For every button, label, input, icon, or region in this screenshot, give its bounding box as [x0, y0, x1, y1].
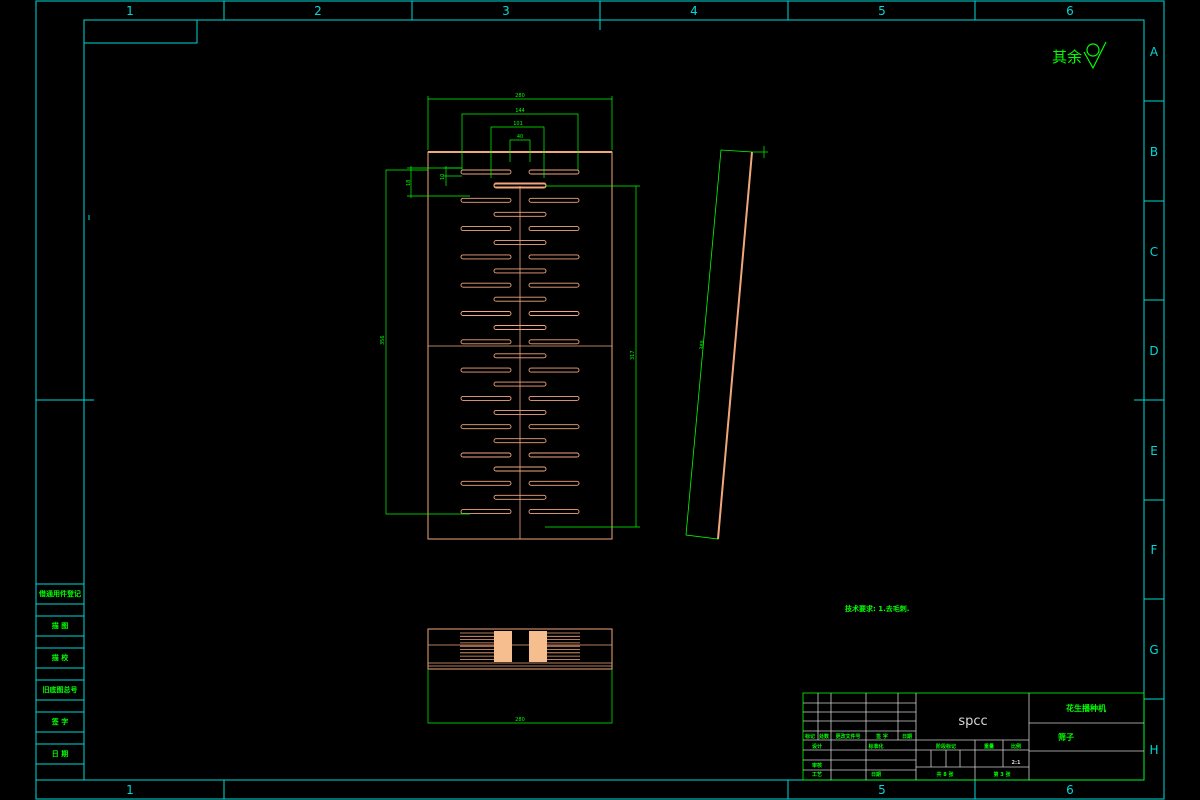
- col-label-1: 1: [126, 4, 134, 18]
- rev-header-count: 处数: [818, 733, 830, 740]
- col-label-2: 2: [314, 4, 322, 18]
- left-label-old-number: 旧底图总号: [43, 685, 78, 694]
- sheet-number: 第 3 张: [994, 771, 1012, 778]
- rev-header-sign: 签 字: [875, 733, 888, 740]
- sign-row-review: 审核: [812, 762, 822, 769]
- company-name: 花生播种机: [1066, 703, 1106, 713]
- dim-right-total: 317: [630, 350, 636, 360]
- rev-header-date: 日期: [902, 733, 912, 740]
- dim-slot-pitch: 18: [406, 180, 412, 186]
- row-label-e: E: [1150, 444, 1158, 458]
- sheets-total: 共 8 张: [937, 771, 955, 778]
- rev-header-doc: 更改文件号: [835, 733, 860, 740]
- sign-row-process: 工艺: [812, 771, 822, 778]
- standardize-label: 标准化: [867, 743, 883, 750]
- surface-finish-label: 其余: [1052, 48, 1082, 66]
- row-label-g: G: [1149, 643, 1158, 657]
- bottom-col-label-6: 6: [1066, 783, 1074, 797]
- left-label-signature: 签 字: [51, 717, 68, 726]
- part-name: 筛子: [1058, 732, 1074, 742]
- left-label-trace: 描 图: [52, 621, 68, 630]
- dim-side-length: 388: [699, 340, 706, 350]
- dim-top-outer: 280: [515, 93, 525, 99]
- stage-header: 阶段标记: [936, 743, 956, 750]
- row-label-c: C: [1150, 245, 1158, 259]
- rev-header-mark: 标记: [804, 733, 815, 740]
- dim-slot-height: 10: [440, 174, 446, 180]
- col-label-4: 4: [690, 4, 698, 18]
- row-label-d: D: [1149, 344, 1158, 358]
- left-label-check: 描 校: [52, 653, 69, 662]
- bottom-col-label-5: 5: [878, 783, 886, 797]
- sign-row-design: 设计: [812, 743, 822, 750]
- dim-bottom-width: 280: [515, 717, 525, 723]
- row-label-h: H: [1149, 743, 1158, 757]
- dim-left-total: 356: [380, 335, 386, 345]
- row-label-b: B: [1150, 145, 1158, 159]
- scale-value: 2:1: [1012, 760, 1021, 766]
- row-label-a: A: [1150, 45, 1159, 59]
- approve-label: 日期: [871, 771, 881, 778]
- left-label-date: 日 期: [52, 749, 68, 758]
- material-text: spcc: [958, 714, 987, 729]
- col-label-3: 3: [502, 4, 510, 18]
- row-label-f: F: [1151, 543, 1158, 557]
- dim-top-middle: 144: [515, 108, 525, 114]
- cad-drawing-canvas: 1 2 3 4 5 6 1 5 6 A B C D E F G H 其余 280…: [0, 0, 1200, 800]
- col-label-5: 5: [878, 4, 886, 18]
- dim-top-inner: 101: [513, 121, 523, 127]
- technical-note: 技术要求: 1.去毛刺.: [845, 604, 909, 613]
- col-label-6: 6: [1066, 4, 1074, 18]
- left-label-register: 借通用件登记: [38, 589, 81, 598]
- dim-top-slot: 40: [517, 134, 523, 140]
- scale-header: 比例: [1011, 743, 1021, 750]
- weight-header: 重量: [984, 743, 994, 750]
- bottom-col-label-1: 1: [126, 783, 134, 797]
